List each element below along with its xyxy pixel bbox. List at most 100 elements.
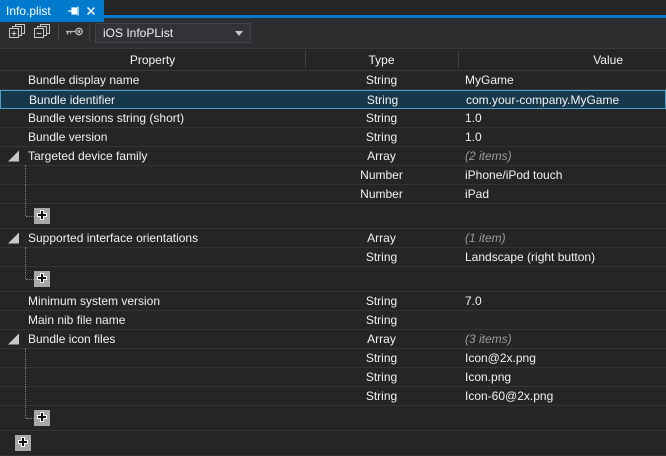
- type-cell[interactable]: String: [305, 128, 458, 146]
- plist-row[interactable]: Bundle icon files Array (3 items): [0, 330, 666, 349]
- add-entry-button[interactable]: [34, 208, 50, 224]
- plist-editor-window: Info.plist: [0, 0, 666, 456]
- add-entry-button[interactable]: [34, 271, 50, 287]
- value-cell[interactable]: 1.0: [465, 128, 661, 146]
- add-row: [0, 267, 666, 292]
- property-cell: Bundle version: [28, 128, 300, 146]
- property-cell: Supported interface orientations: [28, 229, 300, 247]
- type-cell[interactable]: String: [305, 387, 458, 405]
- type-cell[interactable]: Array: [305, 147, 458, 165]
- plus-icon: [36, 411, 48, 426]
- plist-row[interactable]: Bundle versions string (short) String 1.0: [0, 109, 666, 128]
- type-cell[interactable]: Array: [305, 330, 458, 348]
- value-cell[interactable]: MyGame: [465, 71, 661, 89]
- toolbar: iOS InfoPList: [0, 18, 666, 48]
- column-divider[interactable]: [458, 51, 459, 68]
- value-cell[interactable]: (1 item): [465, 229, 661, 247]
- add-entry-button[interactable]: [34, 410, 50, 426]
- plist-row[interactable]: String Icon.png: [0, 368, 666, 387]
- value-cell[interactable]: Icon-60@2x.png: [465, 387, 661, 405]
- pin-icon[interactable]: [66, 4, 80, 18]
- add-entry-button[interactable]: [15, 435, 31, 451]
- type-cell[interactable]: Array: [305, 229, 458, 247]
- value-cell[interactable]: 7.0: [465, 292, 661, 310]
- plist-row[interactable]: Bundle version String 1.0: [0, 128, 666, 147]
- add-row: [0, 406, 666, 431]
- value-cell[interactable]: (3 items): [465, 330, 661, 348]
- property-cell: Bundle icon files: [28, 330, 300, 348]
- type-cell[interactable]: Number: [305, 185, 458, 203]
- plus-icon: [36, 209, 48, 224]
- value-cell[interactable]: com.your-company.MyGame: [466, 91, 662, 108]
- property-cell: [28, 387, 300, 405]
- type-cell[interactable]: String: [305, 248, 458, 266]
- plist-row[interactable]: String Landscape (right button): [0, 248, 666, 267]
- plist-row[interactable]: Bundle display name String MyGame: [0, 71, 666, 90]
- plist-table-body: Bundle display name String MyGameBundle id…: [0, 71, 666, 456]
- type-cell[interactable]: String: [305, 292, 458, 310]
- plist-row[interactable]: Number iPhone/iPod touch: [0, 166, 666, 185]
- property-cell: [28, 248, 300, 266]
- property-cell: Targeted device family: [28, 147, 300, 165]
- property-cell: [28, 368, 300, 386]
- plus-icon: [36, 272, 48, 287]
- layers-plus-icon: [8, 23, 26, 43]
- expander-icon[interactable]: [8, 334, 19, 345]
- type-cell[interactable]: String: [305, 109, 458, 127]
- grid-header: Property Type Value: [0, 48, 666, 71]
- plist-row[interactable]: Number iPad: [0, 185, 666, 204]
- layers-minus-icon: [33, 23, 51, 43]
- property-cell: [28, 349, 300, 367]
- plist-row[interactable]: Targeted device family Array (2 items): [0, 147, 666, 166]
- value-cell[interactable]: Icon@2x.png: [465, 349, 661, 367]
- view-selector-dropdown[interactable]: iOS InfoPList: [95, 23, 251, 43]
- plist-row[interactable]: Supported interface orientations Array (1 …: [0, 229, 666, 248]
- plist-row[interactable]: Main nib file name String: [0, 311, 666, 330]
- tree-guide-line: [25, 266, 26, 279]
- add-row: [0, 431, 666, 456]
- close-icon[interactable]: [84, 4, 98, 18]
- value-cell[interactable]: 1.0: [465, 109, 661, 127]
- tree-guide-line: [26, 216, 34, 217]
- tab-info-plist[interactable]: Info.plist: [0, 0, 104, 22]
- plus-icon: [17, 436, 29, 451]
- type-cell[interactable]: Number: [305, 166, 458, 184]
- tree-guide-line: [25, 386, 26, 406]
- value-cell[interactable]: (2 items): [465, 147, 661, 165]
- property-cell: Minimum system version: [28, 292, 300, 310]
- value-cell[interactable]: iPhone/iPod touch: [465, 166, 661, 184]
- type-cell[interactable]: String: [305, 368, 458, 386]
- tree-guide-line: [25, 405, 26, 418]
- type-cell[interactable]: String: [305, 311, 458, 329]
- remove-layers-button[interactable]: [31, 22, 53, 44]
- value-cell[interactable]: Landscape (right button): [465, 248, 661, 266]
- type-cell[interactable]: String: [305, 71, 458, 89]
- column-divider[interactable]: [305, 51, 306, 68]
- toolbar-separator: [89, 25, 90, 41]
- key-toggle-button[interactable]: [63, 22, 85, 44]
- value-cell[interactable]: Icon.png: [465, 368, 661, 386]
- plist-row[interactable]: String Icon@2x.png: [0, 349, 666, 368]
- property-cell: Bundle versions string (short): [28, 109, 300, 127]
- tab-title: Info.plist: [6, 4, 51, 18]
- expander-icon[interactable]: [8, 233, 19, 244]
- property-cell: Bundle display name: [28, 71, 300, 89]
- key-icon: [64, 25, 84, 41]
- type-cell[interactable]: String: [305, 349, 458, 367]
- tree-guide-line: [26, 418, 34, 419]
- type-cell[interactable]: String: [306, 91, 459, 108]
- expander-icon[interactable]: [8, 151, 19, 162]
- plist-row[interactable]: Minimum system version String 7.0: [0, 292, 666, 311]
- column-header-value[interactable]: Value: [458, 49, 666, 70]
- add-row: [0, 204, 666, 229]
- tree-guide-line: [25, 367, 26, 387]
- plist-row[interactable]: Bundle identifierStringcom.your-company.…: [0, 90, 666, 109]
- value-cell[interactable]: [465, 311, 661, 329]
- column-header-type[interactable]: Type: [305, 49, 458, 70]
- plist-row[interactable]: String Icon-60@2x.png: [0, 387, 666, 406]
- property-cell: Main nib file name: [28, 311, 300, 329]
- toolbar-separator: [58, 25, 59, 41]
- column-header-property[interactable]: Property: [0, 49, 305, 70]
- value-cell[interactable]: iPad: [465, 185, 661, 203]
- add-layers-button[interactable]: [6, 22, 28, 44]
